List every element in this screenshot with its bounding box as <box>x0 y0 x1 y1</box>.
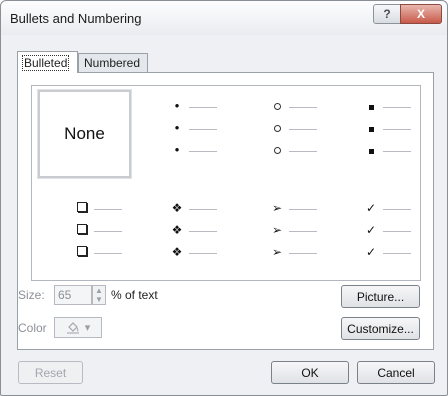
small-square-bullet-icon <box>364 143 378 157</box>
customize-button[interactable]: Customize... <box>341 317 420 340</box>
small-dot-bullet-icon: • <box>174 142 180 157</box>
bullet-none-label: None <box>64 124 105 143</box>
title-bar: Bullets and Numbering ? X <box>1 1 447 35</box>
four-diamond-bullet-icon: ❖ <box>171 245 183 259</box>
size-label: Size: <box>18 288 45 302</box>
arrowhead-bullet-icon: ➢ <box>271 223 283 237</box>
bullet-option-dot[interactable]: • • • <box>170 96 230 162</box>
size-spinner[interactable]: ▲ ▼ <box>92 285 106 305</box>
color-dropdown[interactable]: ▾ <box>54 317 102 338</box>
close-button[interactable]: X <box>400 4 442 24</box>
help-icon: ? <box>383 7 391 21</box>
bullet-gallery: None • • • ❖ ❖ ❖ ➢ ➢ ➢ ✓ ✓ ✓ <box>31 85 421 281</box>
hollow-square-bullet-icon <box>75 245 89 259</box>
check-mark-bullet-icon: ✓ <box>365 201 377 215</box>
tab-numbered-label: Numbered <box>84 56 141 70</box>
small-square-bullet-icon <box>364 121 378 135</box>
paint-bucket-icon <box>66 322 79 334</box>
dialog-title: Bullets and Numbering <box>10 11 142 26</box>
tab-numbered[interactable]: Numbered <box>78 53 148 72</box>
hollow-circle-bullet-icon <box>270 143 284 157</box>
spin-up-icon: ▲ <box>95 286 103 295</box>
arrowhead-bullet-icon: ➢ <box>271 201 283 215</box>
hollow-square-bullet-icon <box>75 223 89 237</box>
check-mark-bullet-icon: ✓ <box>365 245 377 259</box>
percent-of-text-label: % of text <box>111 288 158 302</box>
size-input[interactable]: 65 <box>54 285 92 305</box>
hollow-circle-bullet-icon <box>270 121 284 135</box>
bullet-none-option[interactable]: None <box>38 90 131 178</box>
bullet-option-check[interactable]: ✓ ✓ ✓ <box>364 198 424 264</box>
four-diamond-bullet-icon: ❖ <box>171 223 183 237</box>
arrowhead-bullet-icon: ➢ <box>271 245 283 259</box>
bulleted-panel: None • • • ❖ ❖ ❖ ➢ ➢ ➢ ✓ ✓ ✓ <box>17 72 434 350</box>
bullets-numbering-dialog: Bullets and Numbering ? X Bulleted Numbe… <box>0 0 448 396</box>
small-dot-bullet-icon: • <box>174 120 180 135</box>
ok-button[interactable]: OK <box>271 361 349 384</box>
check-mark-bullet-icon: ✓ <box>365 223 377 237</box>
close-icon: X <box>416 7 425 21</box>
tab-bulleted-label: Bulleted <box>21 54 70 71</box>
tab-bulleted[interactable]: Bulleted <box>17 51 78 73</box>
bullet-option-square[interactable] <box>364 96 424 162</box>
help-button[interactable]: ? <box>373 4 401 24</box>
bullet-option-arrow[interactable]: ➢ ➢ ➢ <box>270 198 330 264</box>
spin-down-icon: ▼ <box>95 295 103 304</box>
reset-button[interactable]: Reset <box>18 361 83 384</box>
small-dot-bullet-icon: • <box>174 98 180 113</box>
cancel-button[interactable]: Cancel <box>357 361 435 384</box>
hollow-square-bullet-icon <box>75 201 89 215</box>
four-diamond-bullet-icon: ❖ <box>171 201 183 215</box>
bullet-option-box[interactable] <box>75 198 135 264</box>
color-label: Color <box>18 321 47 335</box>
hollow-circle-bullet-icon <box>270 99 284 113</box>
chevron-down-icon: ▾ <box>84 322 91 334</box>
bullet-option-circle[interactable] <box>270 96 330 162</box>
bullet-option-diamond[interactable]: ❖ ❖ ❖ <box>170 198 230 264</box>
small-square-bullet-icon <box>364 99 378 113</box>
picture-button[interactable]: Picture... <box>341 285 420 308</box>
